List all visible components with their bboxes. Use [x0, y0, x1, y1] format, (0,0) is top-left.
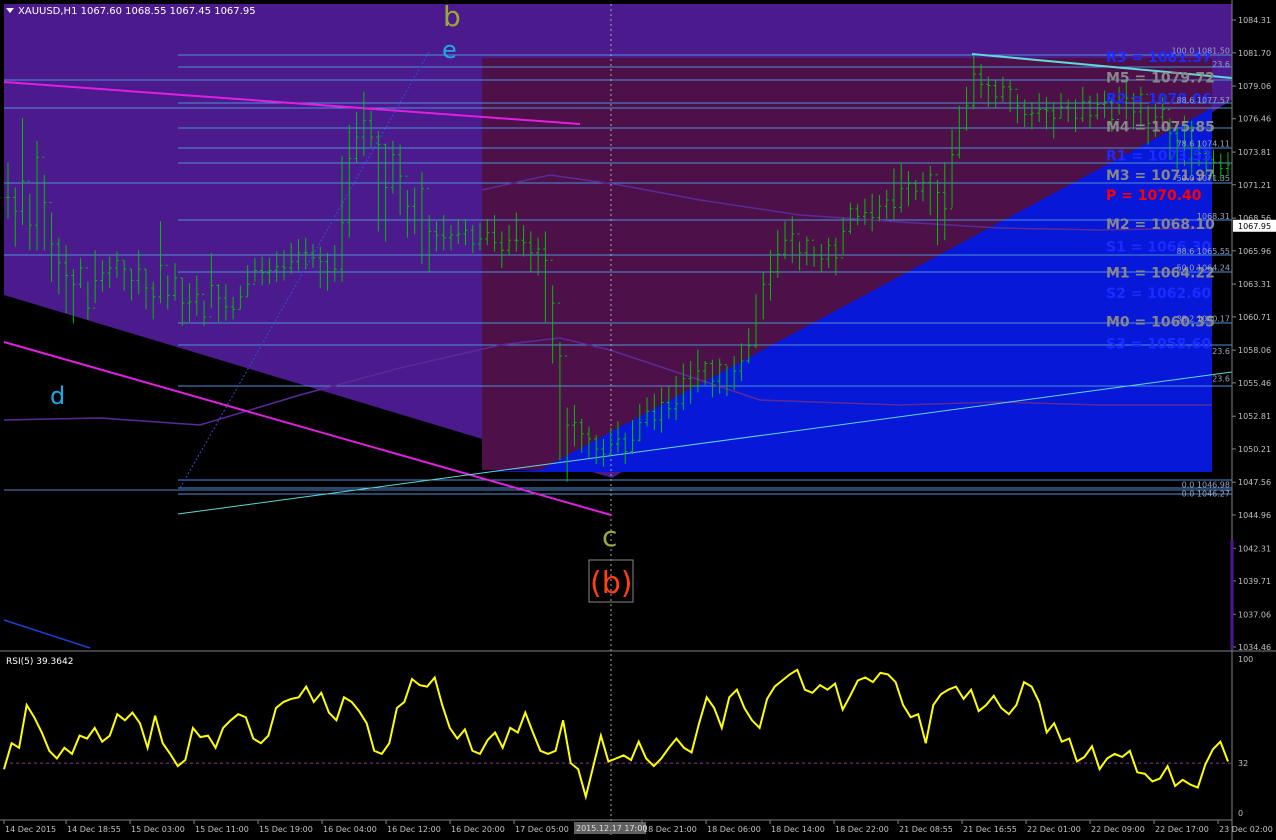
pivot-label: R1 = 1073.53	[1106, 149, 1212, 165]
fib-label: 78.6 1074.11	[1177, 139, 1230, 148]
time-label: 16 Dec 20:00	[451, 825, 505, 834]
pivot-label: M5 = 1079.72	[1106, 71, 1215, 87]
time-label: 18 Dec 22:00	[835, 825, 889, 834]
fib-label: 1068.31	[1197, 212, 1230, 221]
wave-label-paren-b: (b)	[590, 566, 632, 601]
time-label: 16 Dec 12:00	[387, 825, 441, 834]
fib-label: 100.0 1081.50	[1171, 46, 1230, 55]
fib-label: 23.6	[1212, 375, 1230, 384]
time-label: 21 Dec 08:55	[899, 825, 953, 834]
time-label: 18 Dec 21:00	[643, 825, 697, 834]
fib-label: 23.6	[1212, 60, 1230, 69]
rsi-label: RSI(5) 39.3642	[6, 657, 73, 667]
fib-label: 88.6 1077.57	[1177, 96, 1230, 105]
time-label: 16 Dec 04:00	[323, 825, 377, 834]
price-tick-label: 1050.21	[1238, 445, 1271, 454]
time-label: 14 Dec 2015	[5, 825, 56, 834]
time-label: 15 Dec 19:00	[259, 825, 313, 834]
time-label: 18 Dec 06:00	[707, 825, 761, 834]
price-tick-label: 1042.31	[1238, 544, 1271, 553]
wave-label-e: e	[442, 36, 457, 64]
time-label: 2015.12.17 17:00	[576, 824, 647, 833]
time-label: 15 Dec 11:00	[195, 825, 249, 834]
time-label: 22 Dec 09:00	[1091, 825, 1145, 834]
fib-label: 23.6	[1212, 347, 1230, 356]
fib-label: 0.0 1046.27	[1182, 489, 1230, 498]
fib-label: 50.0 1071.35	[1177, 174, 1230, 183]
price-tick-label: 1052.81	[1238, 412, 1271, 421]
price-tick-label: 1039.71	[1238, 577, 1271, 586]
price-tick-label: 1079.06	[1238, 82, 1271, 91]
fib-label: 50.0 1064.24	[1177, 263, 1230, 272]
time-label: 14 Dec 18:55	[67, 825, 121, 834]
time-label: 18 Dec 14:00	[771, 825, 825, 834]
price-tick-label: 1073.81	[1238, 148, 1271, 157]
time-label: 22 Dec 01:00	[1027, 825, 1081, 834]
price-tick-label: 1047.56	[1238, 478, 1271, 487]
fib-label: 0.0 1046.98	[1182, 481, 1230, 490]
time-label: 22 Dec 17:00	[1155, 825, 1209, 834]
pivot-label: M4 = 1075.85	[1106, 119, 1215, 135]
symbol-info: XAUUSD,H1 1067.60 1068.55 1067.45 1067.9…	[18, 6, 256, 17]
rsi-axis-level: 32	[1238, 759, 1248, 768]
time-label: 17 Dec 05:00	[515, 825, 569, 834]
time-label: 21 Dec 16:55	[963, 825, 1017, 834]
price-tick-label: 1065.96	[1238, 247, 1271, 256]
rsi-axis-min: 0	[1238, 809, 1243, 818]
price-tick-label: 1084.31	[1238, 16, 1271, 25]
pivot-label: P = 1070.40	[1106, 188, 1202, 204]
current-price-label: 1067.95	[1238, 222, 1271, 231]
price-tick-label: 1037.06	[1238, 610, 1271, 619]
time-label: 15 Dec 03:00	[131, 825, 185, 834]
time-label: 23 Dec 02:00	[1219, 825, 1273, 834]
wave-label-d: d	[50, 382, 65, 410]
wave-label-b: b	[443, 0, 461, 33]
wave-label-c: c	[602, 520, 617, 553]
price-tick-label: 1081.70	[1238, 49, 1271, 58]
price-tick-label: 1076.46	[1238, 115, 1271, 124]
rsi-axis-max: 100	[1238, 655, 1253, 664]
fib-label: 38.2 1060.17	[1177, 315, 1230, 324]
chart-canvas[interactable]: be d c (b) XAUUSD,H1 1067.60 1068.55 1067.45…	[0, 0, 1276, 840]
price-tick-label: 1058.06	[1238, 346, 1271, 355]
price-tick-label: 1044.96	[1238, 511, 1271, 520]
pivot-label: S2 = 1062.60	[1106, 286, 1211, 302]
fib-label: 88.6 1065.55	[1177, 247, 1230, 256]
price-tick-label: 1055.46	[1238, 379, 1271, 388]
price-tick-label: 1071.21	[1238, 181, 1271, 190]
pivot-label: S3 = 1058.60	[1106, 336, 1211, 352]
price-tick-label: 1060.71	[1238, 313, 1271, 322]
price-tick-label: 1063.31	[1238, 280, 1271, 289]
